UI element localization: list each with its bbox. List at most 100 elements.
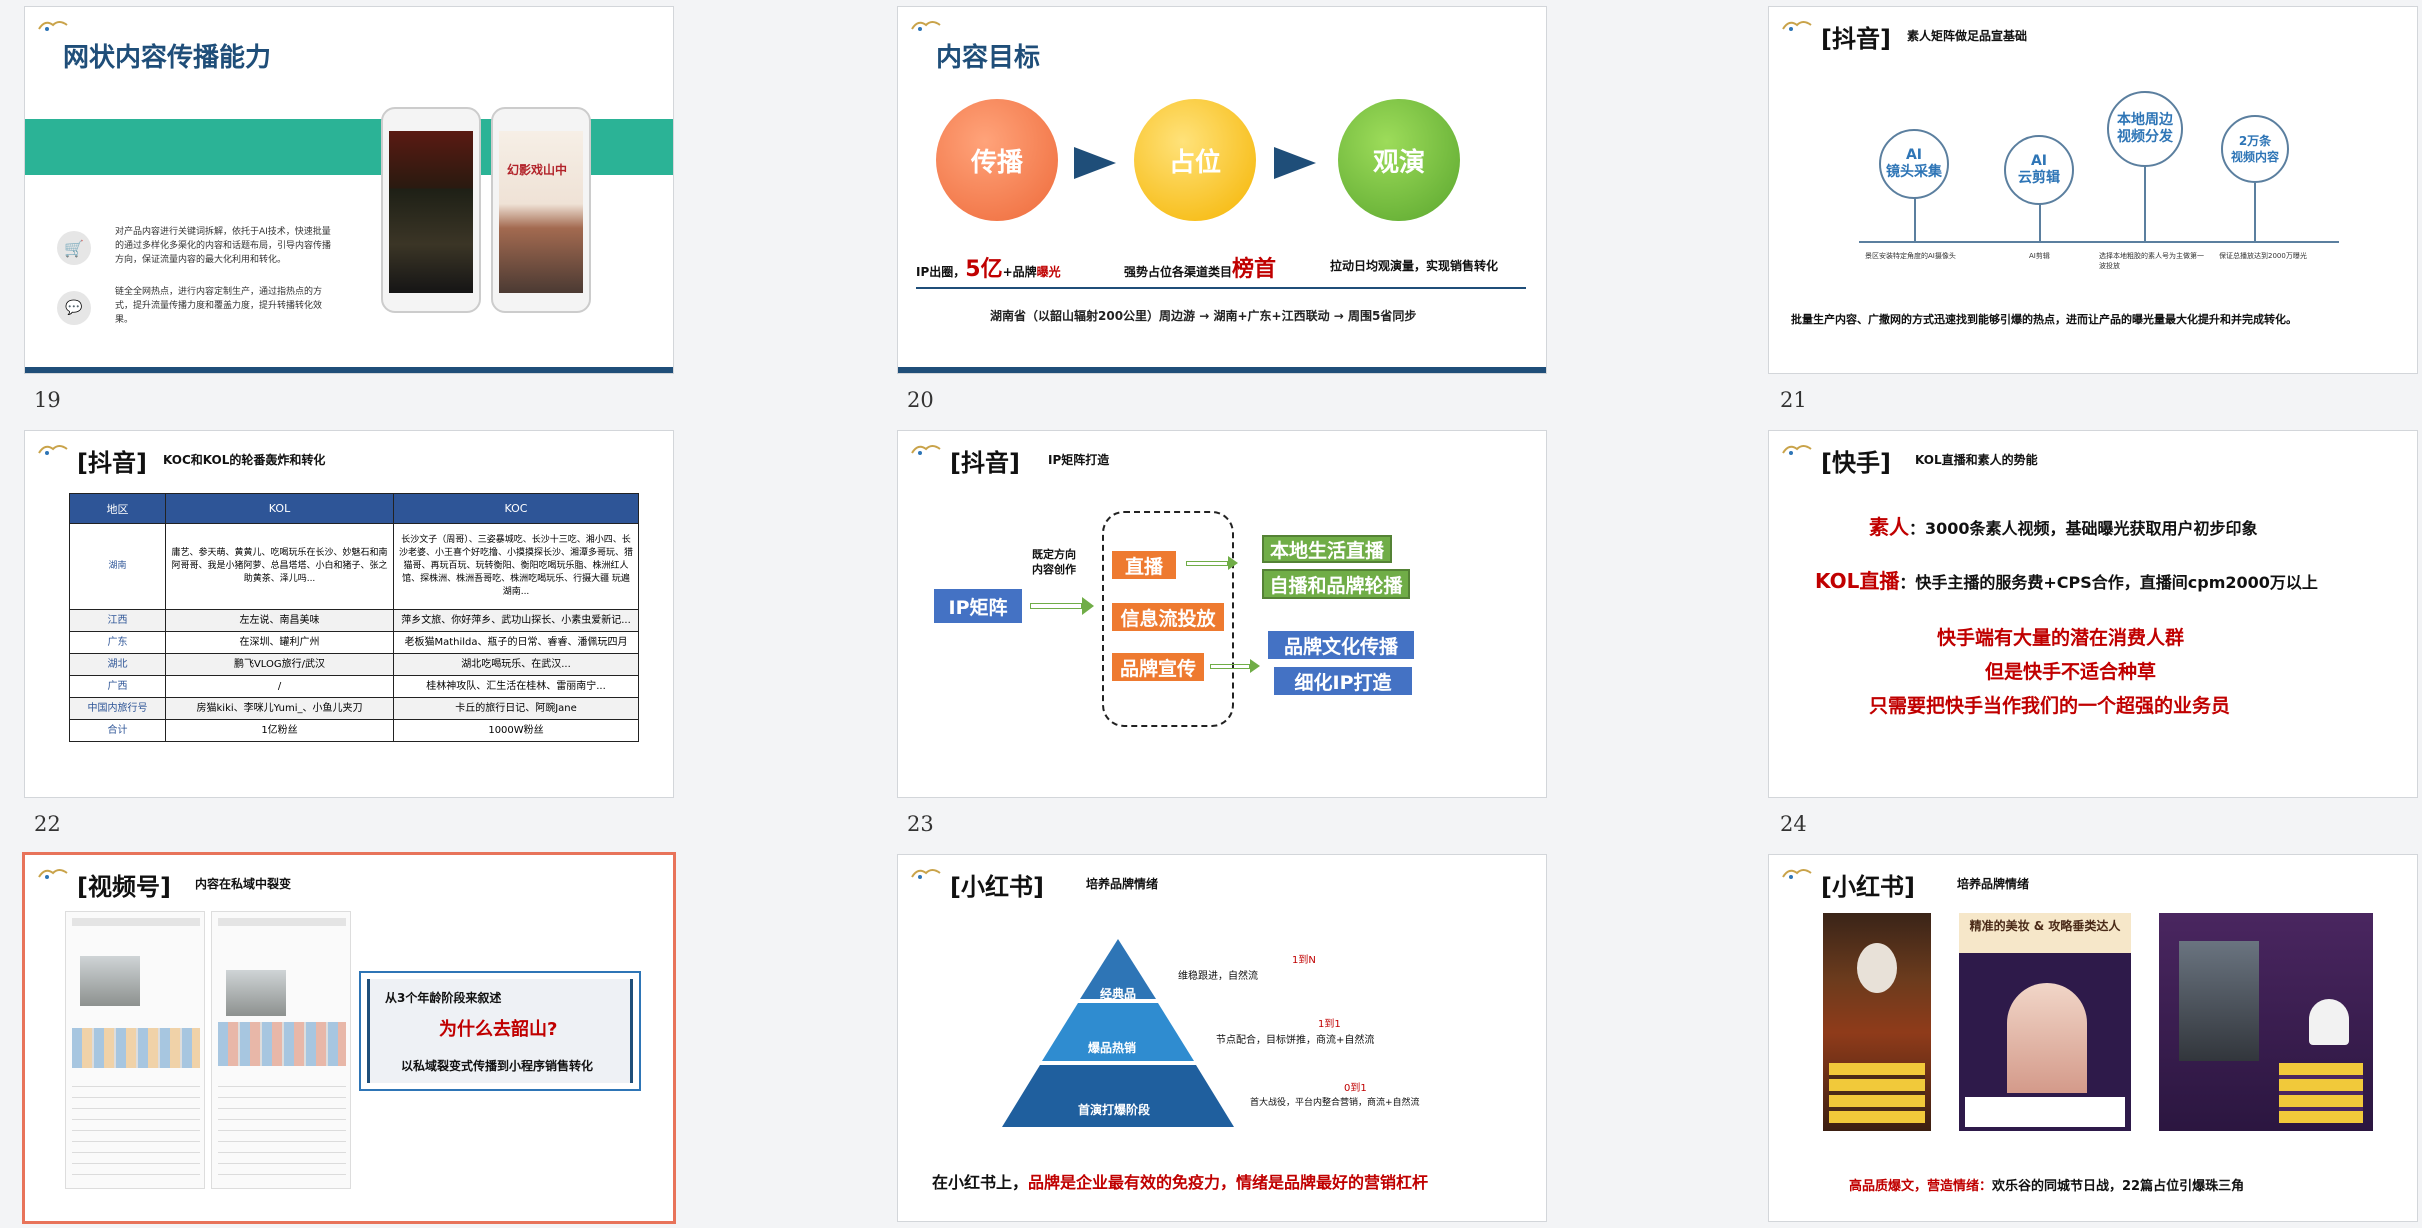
pyramid-level-classic: 经典品: [1100, 987, 1137, 1001]
note-label: 节点配合，目标饼推，商流+自然流: [1216, 1035, 1375, 1046]
logo-icon: [1782, 21, 1812, 31]
chat-icon: 💬: [57, 291, 91, 325]
slide-19-thumbnail[interactable]: 网状内容传播能力 🛒 💬 对产品内容进行关键词拆解，依托于AI技术，快速批量的通…: [24, 6, 674, 374]
platform-tag: [抖音]: [77, 449, 147, 477]
region-cell: 广东: [69, 631, 166, 654]
kol-cell: 鹏飞VLOG旅行/武汉: [165, 653, 394, 676]
channel-brand: 品牌宣传: [1112, 653, 1204, 681]
region-path: 湖南省（以韶山辐射200公里）周边游 → 湖南+广东+江西联动 → 周围5省同步: [990, 309, 1417, 323]
region-cell: 湖北: [69, 653, 166, 676]
platform-tag: [小红书]: [950, 873, 1044, 901]
logo-icon: [911, 869, 941, 879]
platform-tag: [抖音]: [1821, 25, 1891, 53]
region-cell: 中国内旅行号: [69, 697, 166, 720]
platform-tag: [抖音]: [950, 449, 1020, 477]
node-caption: AI剪辑: [2029, 252, 2050, 260]
table-row: 广东 在深圳、罐利广州 老板猫Mathilda、瓶子的日常、睿睿、潘佩玩四月: [69, 631, 639, 654]
slide-25-thumbnail[interactable]: [视频号] 内容在私域中裂变 从3个年龄阶段来叙述 为什么去韶山? 以私域裂变式…: [22, 852, 676, 1224]
koc-cell: 桂林神攻队、汇生活在桂林、雷丽南宁...: [393, 675, 639, 698]
region-cell: 广西: [69, 675, 166, 698]
pyramid-level-hot: 爆品热销: [1088, 1041, 1137, 1055]
circle-occupy: 占位: [1134, 99, 1256, 221]
arrow-right-icon: [1030, 603, 1082, 609]
callout-line-2: 为什么去韶山?: [439, 1019, 558, 1040]
logo-icon: [38, 445, 68, 455]
slide-number: 24: [1780, 812, 1807, 836]
slide-number: 19: [34, 388, 61, 412]
slide-footer: 批量生产内容、广撒网的方式迅速找到能够引爆的热点，进而让产品的曝光量最大化提升和…: [1791, 313, 2297, 326]
kol-cell: 1亿粉丝: [165, 719, 394, 742]
kol-cell: /: [165, 675, 394, 698]
node-caption: 选择本地粗胶的素人号为主做第一波投放: [2099, 252, 2204, 270]
brand-culture: 品牌文化传播: [1268, 631, 1414, 659]
ratio-label: 0到1: [1344, 1083, 1367, 1094]
logo-icon: [1782, 445, 1812, 455]
koc-cell: 萍乡文旅、你好萍乡、武功山探长、小素虫爱新记...: [393, 609, 639, 632]
node-ai-capture: AI 镜头采集: [1879, 129, 1949, 199]
slide-subtitle: IP矩阵打造: [1048, 453, 1110, 467]
phone-poster-text: 幻影戏山中: [507, 163, 568, 177]
emphasis-1: 快手端有大量的潜在消费人群: [1937, 627, 2185, 649]
region-cell: 合计: [69, 719, 166, 742]
arrow-right-icon: [1186, 561, 1228, 566]
node-ai-edit: AI 云剪辑: [2004, 135, 2074, 205]
slide-24-thumbnail[interactable]: [快手] KOL直播和素人的势能 素人：3000条素人视频，基础曝光获取用户初步…: [1768, 430, 2418, 798]
poster-halloween-1: [1823, 913, 1931, 1131]
node-caption: 保证总播放达到2000万曝光: [2219, 252, 2307, 260]
line-amateur: 素人：3000条素人视频，基础曝光获取用户初步印象: [1869, 515, 2258, 539]
poster-halloween-2: [2159, 913, 2373, 1131]
slide-number: 21: [1780, 388, 1807, 412]
arrow-right-icon: [1228, 556, 1238, 570]
chat-screenshot-2: [211, 911, 351, 1189]
line-kol: KOL直播：快手主播的服务费+CPS合作，直播间cpm2000万以上: [1815, 569, 2318, 593]
arrow-right-icon: [1274, 147, 1316, 179]
koc-cell: 1000W粉丝: [393, 719, 639, 742]
region-cell: 湖南: [69, 523, 166, 610]
arrow-right-icon: [1210, 664, 1250, 669]
slide-20-thumbnail[interactable]: 内容目标 传播 占位 观演 IP出圈，5亿+品牌曝光 强势占位各渠道类目榜首 拉…: [897, 6, 1547, 374]
emphasis-2: 但是快手不适合种草: [1985, 661, 2157, 683]
slide-27-thumbnail[interactable]: [小红书] 培养品牌情绪 精准的美妆 & 攻略垂类达人 高品质爆文，营造情绪：欢…: [1768, 854, 2418, 1222]
cart-icon: 🛒: [57, 231, 91, 265]
logo-icon: [38, 869, 68, 879]
node-caption: 景区安装特定角度的AI摄像头: [1865, 252, 1956, 260]
region-cell: 江西: [69, 609, 166, 632]
koc-cell: 湖北吃喝玩乐、在武汉...: [393, 653, 639, 676]
slide-21-thumbnail[interactable]: [抖音] 素人矩阵做足品宣基础 AI 镜头采集 AI 云剪辑 本地周边 视频分发…: [1768, 6, 2418, 374]
phone-mockup-2: 幻影戏山中: [491, 107, 591, 313]
slide-subtitle: 培养品牌情绪: [1086, 877, 1159, 891]
slide-23-thumbnail[interactable]: [抖音] IP矩阵打造 IP矩阵 既定方向 内容创作 直播 信息流投放 品牌宣传…: [897, 430, 1547, 798]
chat-screenshot-1: [65, 911, 205, 1189]
callout-line-1: 从3个年龄阶段来叙述: [385, 991, 502, 1005]
kol-koc-table: 地区 KOL KOC 湖南 庸艺、参天萌、黄黄儿、吃喝玩乐在长沙、妙魅石和南阿哥哥…: [69, 493, 639, 742]
kol-cell: 在深圳、罐利广州: [165, 631, 394, 654]
ratio-label: 1到1: [1318, 1019, 1341, 1030]
logo-icon: [911, 445, 941, 455]
slide-footer: 在小红书上，品牌是企业最有效的免疫力，情绪是品牌最好的营销杠杆: [932, 1173, 1429, 1192]
body-text-1: 对产品内容进行关键词拆解，依托于AI技术，快速批量的通过多样化多渠化的内容和话题…: [115, 227, 332, 265]
kol-cell: 庸艺、参天萌、黄黄儿、吃喝玩乐在长沙、妙魅石和南阿哥哥、我是小猪阿萝、总昌塔塔、…: [165, 523, 394, 610]
kol-cell: 房猫kiki、李咪儿Yumi_、小鱼儿夹刀: [165, 697, 394, 720]
slide-number: 20: [907, 388, 934, 412]
goal-caption-1: IP出圈，5亿+品牌曝光: [916, 257, 1061, 282]
live-local: 本地生活直播: [1262, 535, 1392, 563]
goal-caption-3: 拉动日均观演量，实现销售转化: [1330, 259, 1499, 273]
arrow-right-icon: [1250, 659, 1260, 673]
goal-caption-2: 强势占位各渠道类目榜首: [1124, 257, 1277, 282]
slide-26-thumbnail[interactable]: [小红书] 培养品牌情绪 经典品 爆品热销 首演打爆阶段 1到N 维稳跟进，自然…: [897, 854, 1547, 1222]
slide-22-thumbnail[interactable]: [抖音] KOC和KOL的轮番轰炸和转化 地区 KOL KOC 湖南 庸艺、参天萌…: [24, 430, 674, 798]
slide-subtitle: KOL直播和素人的势能: [1915, 453, 2038, 467]
kol-cell: 左左说、南昌美味: [165, 609, 394, 632]
table-row: 湖南 庸艺、参天萌、黄黄儿、吃喝玩乐在长沙、妙魅石和南阿哥哥、我是小猪阿萝、总昌塔…: [69, 523, 639, 610]
slide-number: 22: [34, 812, 61, 836]
koc-cell: 老板猫Mathilda、瓶子的日常、睿睿、潘佩玩四月: [393, 631, 639, 654]
ratio-label: 1到N: [1292, 955, 1316, 966]
table-row: 中国内旅行号 房猫kiki、李咪儿Yumi_、小鱼儿夹刀 卡丘的旅行日记、阿豌Jan…: [69, 697, 639, 720]
callout-box: 从3个年龄阶段来叙述 为什么去韶山? 以私域裂变式传播到小程序销售转化: [359, 971, 641, 1091]
node-video-count: 2万条 视频内容: [2221, 115, 2289, 183]
platform-tag: [快手]: [1821, 449, 1891, 477]
emphasis-3: 只需要把快手当作我们的一个超强的业务员: [1869, 695, 2231, 717]
timeline-axis: [1859, 241, 2339, 243]
slide-title: 内容目标: [936, 43, 1041, 73]
logo-icon: [911, 21, 941, 31]
